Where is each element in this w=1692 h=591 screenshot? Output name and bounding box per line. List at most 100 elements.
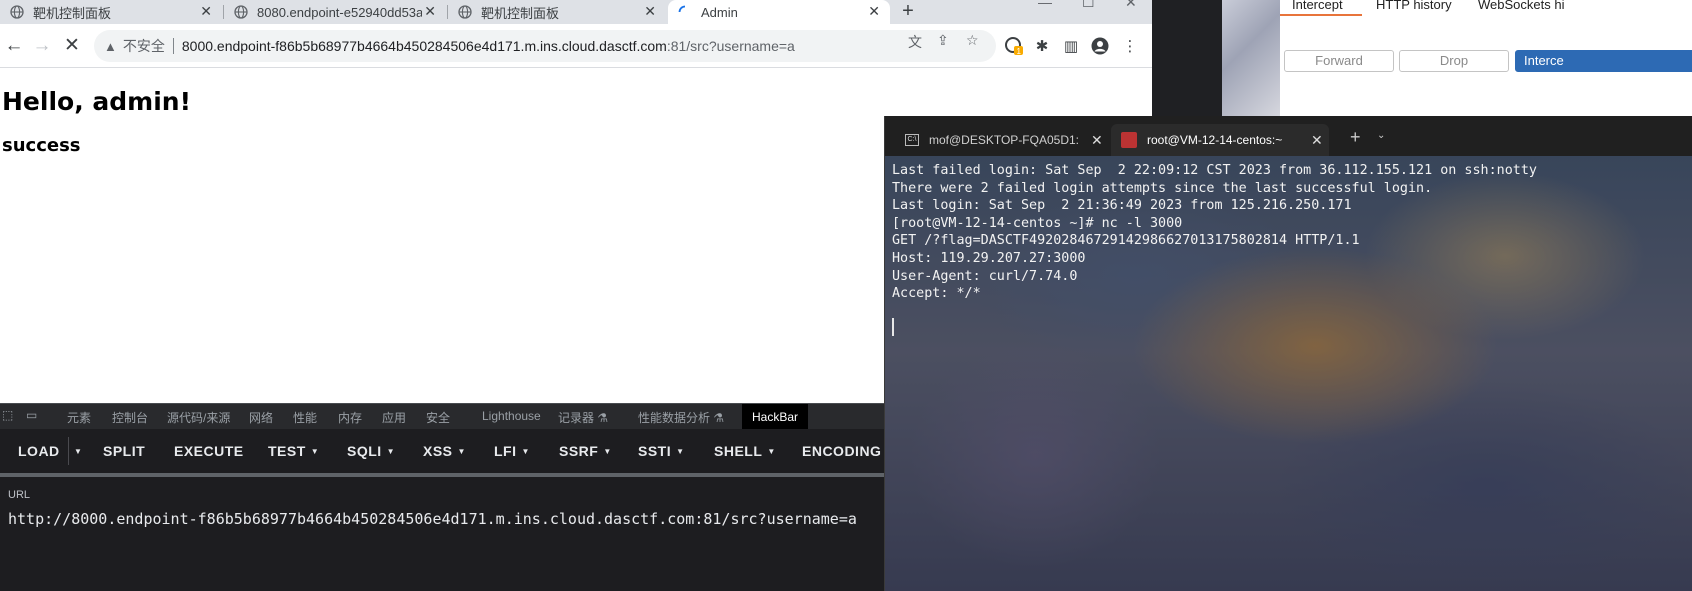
burp-window: Intercept HTTP history WebSockets hi For… [1280,0,1692,120]
close-icon[interactable]: ✕ [644,3,656,20]
close-icon[interactable]: ✕ [424,3,436,20]
tab-title: Admin [701,4,738,20]
terminal-line: Last failed login: Sat Sep 2 22:09:12 CS… [892,163,1537,178]
caret-down-icon: ▼ [767,447,776,456]
terminal-line: Host: 119.29.207.27:3000 [892,250,1086,266]
terminal-output[interactable]: Last failed login: Sat Sep 2 22:09:12 CS… [892,162,1537,303]
terminal-tab-2[interactable]: root@VM-12-14-centos:~ ✕ [1111,124,1329,156]
bookmark-star-icon[interactable]: ☆ [966,32,979,49]
terminal-line: There were 2 failed login attempts since… [892,180,1433,196]
hackbar-xss-menu[interactable]: XSS ▼ [423,443,466,459]
devtools-tab-hackbar[interactable]: HackBar [742,404,809,430]
close-icon[interactable]: ✕ [1311,132,1323,149]
terminal-line: [root@VM-12-14-centos ~]# nc -l 3000 [892,215,1183,231]
new-terminal-tab-icon[interactable]: + [1350,127,1361,148]
extensions-puzzle-icon[interactable]: ✱ [1032,36,1052,56]
window-close-icon[interactable]: ✕ [1125,0,1137,11]
terminal-cursor [892,318,894,336]
hackbar-ssti-menu[interactable]: SSTI ▼ [638,443,685,459]
terminal-tab-title: mof@DESKTOP-FQA05D1: /mn [929,133,1081,147]
maximize-icon[interactable]: ☐ [1082,0,1095,11]
tab-title: 8080.endpoint-e52940dd53ac [257,4,422,20]
translate-icon[interactable]: 文 [908,32,922,52]
browser-tab-2[interactable]: 8080.endpoint-e52940dd53ac ✕ [224,0,446,24]
globe-icon [10,5,24,19]
terminal-tab-bar: C:\ mof@DESKTOP-FQA05D1: /mn ✕ root@VM-1… [885,116,1692,156]
tab-bar: 靶机控制面板 ✕ 8080.endpoint-e52940dd53ac ✕ 靶机… [0,0,1152,24]
terminal-line: Last login: Sat Sep 2 21:36:49 2023 from… [892,198,1352,214]
devtools-tab-elements[interactable]: 元素 [67,409,91,426]
browser-toolbar: ← → ✕ ▲ 不安全 8000.endpoint-f86b5b68977b46… [0,24,1152,68]
url-field-label: URL [8,489,31,501]
address-bar[interactable]: ▲ 不安全 8000.endpoint-f86b5b68977b4664b450… [94,30,996,62]
console-icon: C:\ [905,134,919,146]
terminal-tab-1[interactable]: C:\ mof@DESKTOP-FQA05D1: /mn ✕ [889,124,1107,156]
url-textarea[interactable]: http://8000.endpoint-f86b5b68977b4664b45… [8,510,857,528]
burp-tab-websockets-history[interactable]: WebSockets hi [1478,0,1564,12]
share-icon[interactable]: ⇪ [937,32,949,49]
hackbar-split-button[interactable]: SPLIT [103,443,145,459]
caret-down-icon: ▼ [521,447,530,456]
devtools-tab-memory[interactable]: 内存 [338,409,362,426]
chevron-down-icon[interactable]: ⌄ [1377,130,1385,141]
new-tab-button[interactable]: + [896,0,920,24]
extension-badge-icon[interactable]: 1 [1004,36,1024,56]
hackbar-encoding-menu[interactable]: ENCODING▼ [802,443,895,459]
stop-loading-icon[interactable]: ✕ [60,34,84,58]
hackbar-sqli-menu[interactable]: SQLI ▼ [347,443,395,459]
warning-icon[interactable]: ▲ [104,39,117,54]
close-icon[interactable]: ✕ [868,3,880,20]
load-dropdown-caret-icon[interactable]: ▼ [74,447,82,456]
hackbar-shell-menu[interactable]: SHELL ▼ [714,443,776,459]
hackbar-execute-button[interactable]: EXECUTE [174,443,244,459]
browser-tab-1[interactable]: 靶机控制面板 ✕ [0,0,222,24]
svg-text:1: 1 [1017,47,1022,56]
devtools-tab-console[interactable]: 控制台 [112,409,148,426]
burp-forward-button[interactable]: Forward [1284,50,1394,72]
close-icon[interactable]: ✕ [1091,132,1103,149]
url-host: 8000.endpoint-f86b5b68977b4664b450284506… [181,38,667,54]
page-message: success [2,135,81,156]
hackbar-load-button[interactable]: LOAD [18,443,60,459]
burp-drop-button[interactable]: Drop [1399,50,1509,72]
back-arrow-icon[interactable]: ← [2,34,26,58]
profile-avatar-icon[interactable] [1090,36,1110,56]
devtools-tab-performance-insights[interactable]: 性能数据分析 ⚗ [638,409,724,426]
caret-down-icon: ▼ [457,447,466,456]
devtools-tab-lighthouse[interactable]: Lighthouse [482,409,541,423]
linux-penguin-icon [1121,132,1137,148]
devtools-tab-performance[interactable]: 性能 [293,409,317,426]
more-menu-icon[interactable]: ⋮ [1120,36,1140,56]
url-path: :81/src?username=a [666,38,795,54]
devtools-tab-network[interactable]: 网络 [249,409,273,426]
terminal-window: C:\ mof@DESKTOP-FQA05D1: /mn ✕ root@VM-1… [884,116,1692,591]
browser-tab-3[interactable]: 靶机控制面板 ✕ [448,0,666,24]
terminal-line: User-Agent: curl/7.74.0 [892,268,1078,284]
not-secure-label[interactable]: 不安全 [123,36,165,56]
devtools-tab-recorder[interactable]: 记录器 ⚗ [558,409,608,426]
devtools-tab-sources[interactable]: 源代码/来源 [167,409,230,426]
desktop-background [1152,0,1222,120]
inspect-element-icon[interactable]: ⬚ [2,408,13,422]
loading-spinner-icon [678,5,692,19]
side-panel-icon[interactable]: ▥ [1061,36,1081,56]
device-toolbar-icon[interactable]: ▭ [26,408,37,422]
terminal-line: GET /?flag=DASCTF49202846729142986627013… [892,233,1360,249]
browser-tab-4[interactable]: Admin ✕ [668,0,890,24]
forward-arrow-icon[interactable]: → [30,34,54,58]
hackbar-test-menu[interactable]: TEST ▼ [268,443,319,459]
close-icon[interactable]: ✕ [200,3,212,20]
burp-intercept-toggle-button[interactable]: Interce [1515,50,1692,72]
hackbar-ssrf-menu[interactable]: SSRF ▼ [559,443,612,459]
terminal-line: Accept: */* [892,286,981,302]
burp-sidebar-image [1222,0,1280,120]
minimize-icon[interactable]: — [1038,0,1052,10]
globe-icon [458,5,472,19]
devtools-tab-application[interactable]: 应用 [382,409,406,426]
caret-down-icon: ▼ [386,447,396,456]
caret-down-icon: ▼ [603,447,612,456]
burp-tab-http-history[interactable]: HTTP history [1376,0,1452,12]
devtools-tab-security[interactable]: 安全 [426,409,450,426]
hackbar-lfi-menu[interactable]: LFI ▼ [494,443,530,459]
globe-icon [234,5,248,19]
